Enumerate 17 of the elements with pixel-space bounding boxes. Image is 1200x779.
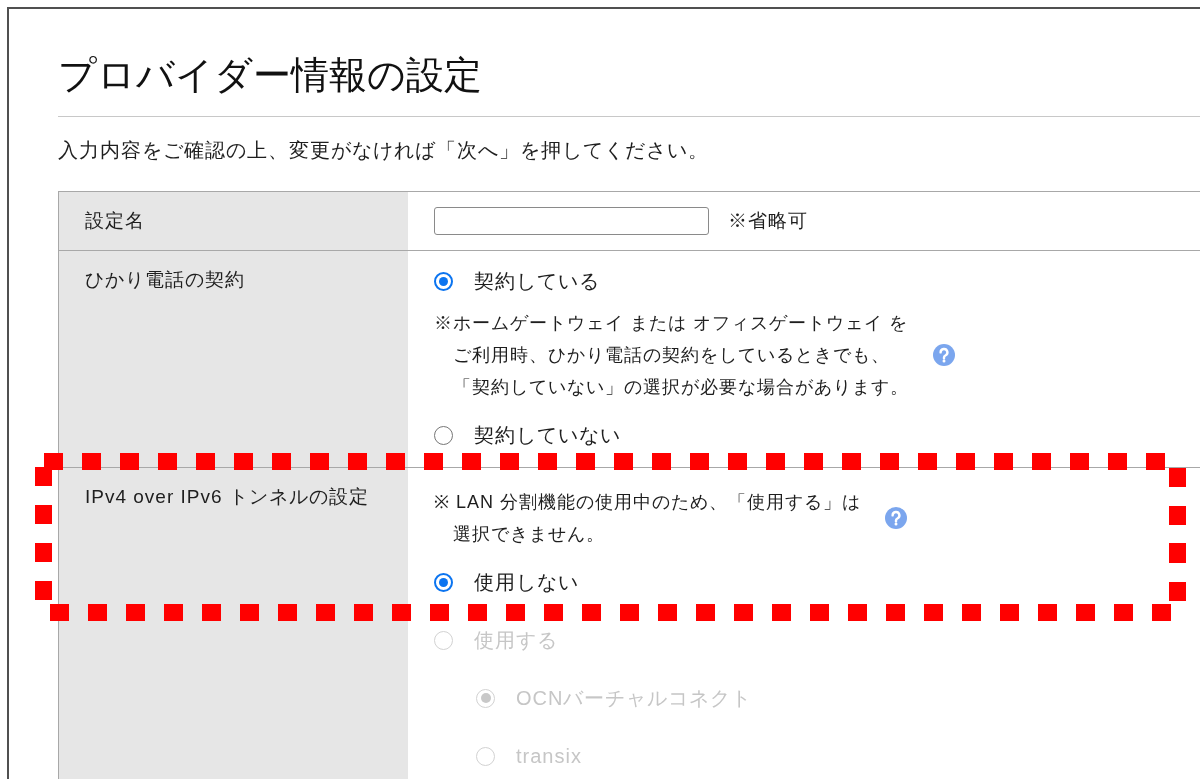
help-icon[interactable]	[885, 507, 908, 529]
row-label: IPv4 over IPv6 トンネルの設定	[85, 486, 369, 507]
option-label[interactable]: 使用しない	[474, 570, 579, 594]
help-icon[interactable]	[933, 344, 955, 366]
note-text: ※ LAN 分割機能の使用中のため、「使用する」は 選択できません。	[434, 491, 862, 546]
row-label: ひかり電話の契約	[85, 269, 245, 290]
note-text: ※ホームゲートウェイ または オフィスゲートウェイ を ご利用時、ひかり電話の契約をしているときでも、 「契約していない」の選択が必要な場合があります。	[434, 312, 909, 399]
text-field[interactable]	[434, 207, 709, 235]
radio-button[interactable]	[434, 572, 453, 592]
option-label[interactable]: 契約している	[474, 269, 600, 293]
row-label: 設定名	[85, 210, 145, 231]
option-label[interactable]: 契約していない	[474, 423, 621, 447]
radio-button[interactable]	[434, 271, 453, 291]
page-title: プロバイダー情報の設定	[58, 53, 482, 98]
radio-button[interactable]	[434, 425, 453, 445]
instruction-text: 入力内容をご確認の上、変更がなければ「次へ」を押してください。	[58, 138, 709, 163]
hint-text: ※省略可	[728, 209, 808, 233]
